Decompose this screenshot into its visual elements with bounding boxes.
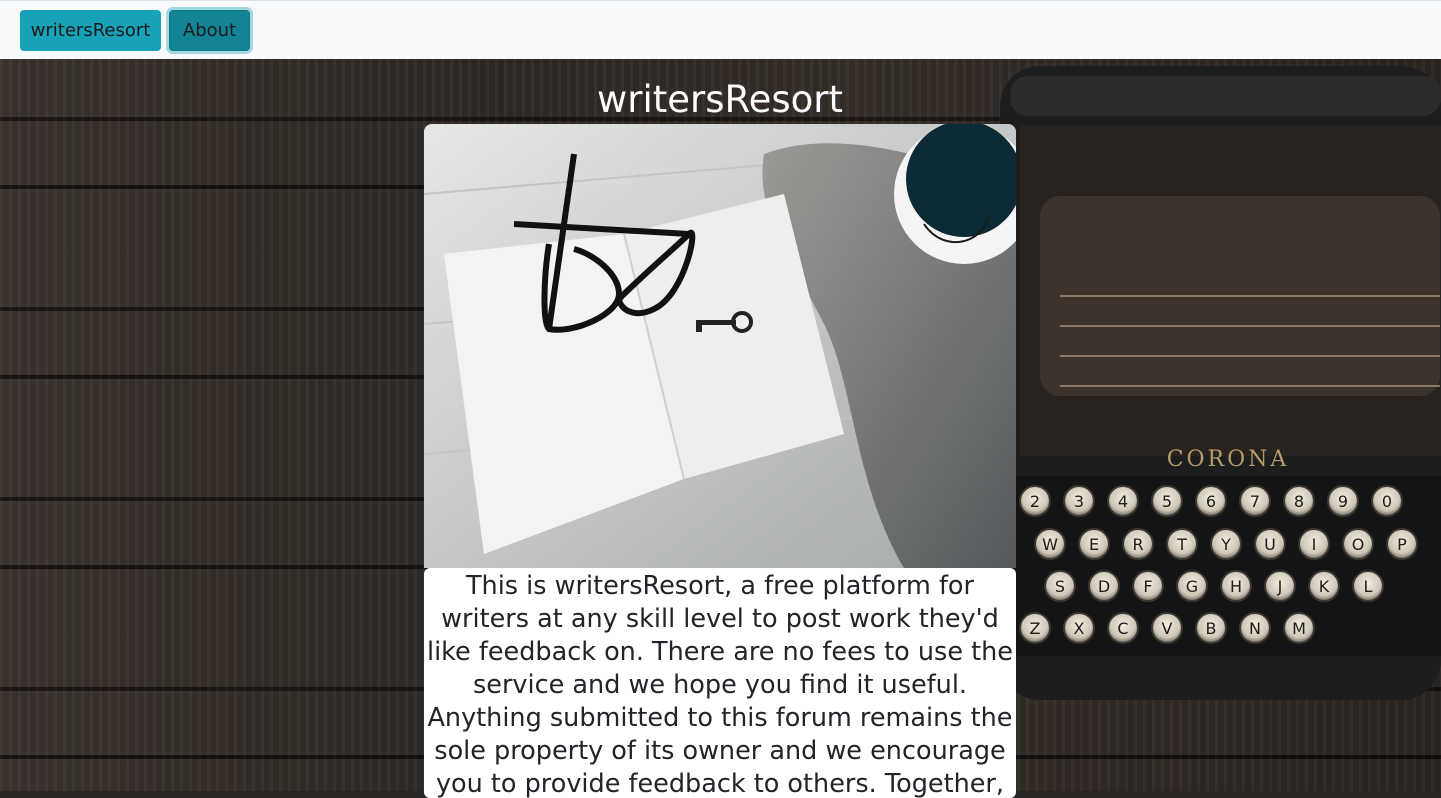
typewriter-key-label: T [1176,535,1187,554]
typewriter-key-label: 5 [1162,492,1172,511]
typewriter-key-label: F [1143,577,1152,596]
typewriter-key-label: J [1277,577,1283,596]
typewriter-brand: CORONA [1167,447,1290,472]
page-title: writersResort [597,78,843,121]
typewriter-key-label: L [1364,577,1373,596]
typewriter-key-label: 8 [1294,492,1304,511]
typewriter-key-label: Z [1030,619,1041,638]
typewriter-key-label: 2 [1030,492,1040,511]
typewriter-key-label: G [1186,577,1198,596]
typewriter-key-label: P [1397,535,1407,554]
about-button[interactable]: About [169,10,250,51]
typewriter-key-label: N [1249,619,1261,638]
typewriter-key-label: I [1312,535,1317,554]
typewriter-key-label: B [1206,619,1217,638]
typewriter-key-label: 9 [1338,492,1348,511]
about-description: This is writersResort, a free platform f… [424,568,1016,798]
brand-button[interactable]: writersResort [20,10,161,51]
typewriter-key-label: O [1352,535,1365,554]
typewriter-key-label: R [1132,535,1143,554]
typewriter-key-label: 7 [1250,492,1260,511]
typewriter-key-label: V [1162,619,1173,638]
typewriter-key-label: K [1319,577,1330,596]
hero-image [424,124,1016,568]
typewriter-key-label: 3 [1074,492,1084,511]
typewriter-key-label: 6 [1206,492,1216,511]
typewriter-key-label: H [1230,577,1242,596]
typewriter-key-label: U [1264,535,1276,554]
typewriter-key-label: D [1098,577,1110,596]
typewriter-key-label: C [1117,619,1128,638]
typewriter-key-label: M [1292,619,1306,638]
typewriter-key-label: Y [1220,535,1231,554]
typewriter-image: CORONA 2 3 4 5 6 7 8 9 0 W E R T Y U I O P S D F G H J K L Z X C V B N M [1000,66,1441,700]
typewriter-key-label: W [1042,535,1058,554]
typewriter-key-label: 4 [1118,492,1128,511]
typewriter-key-label: S [1055,577,1065,596]
navbar: writersResort About [0,0,1441,59]
typewriter-key-label: E [1089,535,1099,554]
typewriter-key-label: X [1074,619,1085,638]
typewriter-key-label: 0 [1382,492,1392,511]
